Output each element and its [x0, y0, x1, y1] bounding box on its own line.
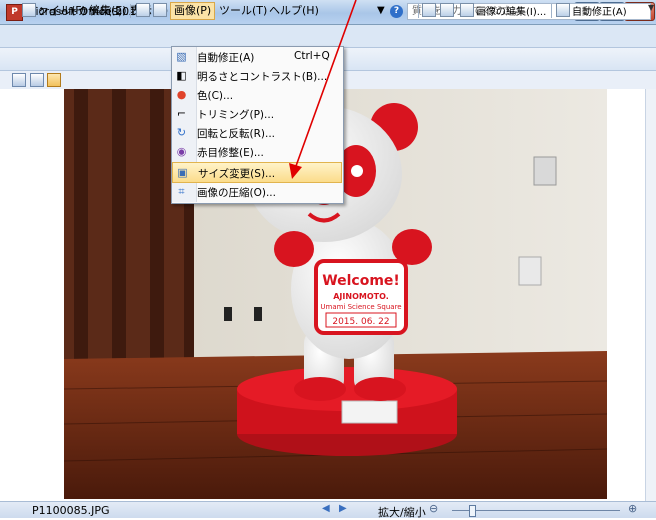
zoom-slider-thumb[interactable] — [469, 505, 476, 517]
previous-picture-icon[interactable]: ◀ — [322, 503, 330, 514]
status-filename: P1100085.JPG — [32, 504, 110, 517]
next-picture-icon[interactable]: ▶ — [339, 503, 347, 514]
zoom-label: 拡大/縮小 — [378, 506, 426, 519]
zoom-in-icon[interactable]: ⊕ — [628, 502, 637, 515]
annotation-arrow — [289, 0, 357, 179]
zoom-out-icon[interactable]: ⊖ — [429, 502, 438, 515]
zoom-slider-track[interactable] — [452, 510, 620, 511]
